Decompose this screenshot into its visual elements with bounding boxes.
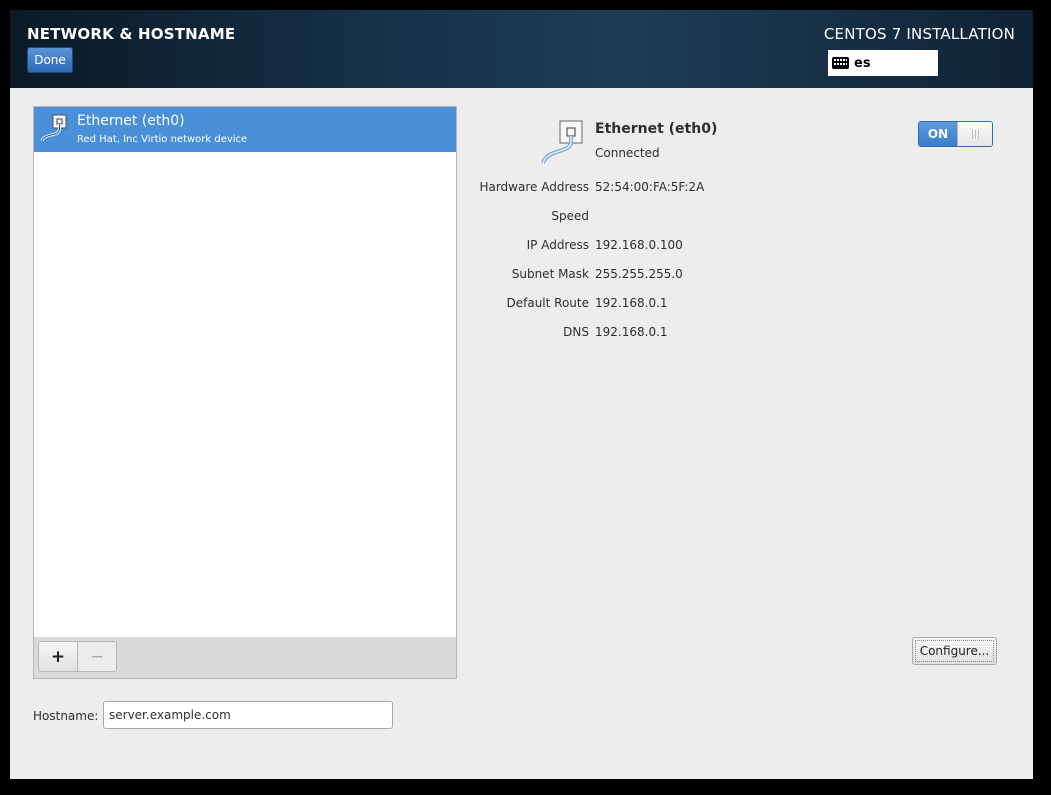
installer-window: NETWORK & HOSTNAME Done CENTOS 7 INSTALL… (10, 10, 1033, 779)
default-route-value: 192.168.0.1 (595, 296, 668, 310)
default-route-label: Default Route (506, 296, 590, 310)
hostname-input[interactable] (103, 701, 393, 729)
ethernet-icon (541, 120, 583, 164)
subnet-mask-value: 255.255.255.0 (595, 267, 683, 281)
dns-label: DNS (563, 325, 589, 339)
dns-value: 192.168.0.1 (595, 325, 668, 339)
device-list: Ethernet (eth0) Red Hat, Inc Virtio netw… (33, 106, 457, 638)
toggle-on-label: ON (919, 122, 957, 146)
configure-button[interactable]: Configure... (912, 637, 997, 665)
hardware-address-label: Hardware Address (479, 180, 589, 194)
device-list-toolbar: + − (33, 637, 457, 679)
header-bar: NETWORK & HOSTNAME Done CENTOS 7 INSTALL… (10, 10, 1033, 88)
keyboard-layout-indicator[interactable]: es (828, 50, 938, 76)
hardware-address-value: 52:54:00:FA:5F:2A (595, 180, 705, 194)
subnet-mask-label: Subnet Mask (511, 267, 589, 281)
keyboard-icon (832, 57, 849, 69)
device-detail-name: Ethernet (eth0) (595, 121, 718, 137)
device-row-eth0[interactable]: Ethernet (eth0) Red Hat, Inc Virtio netw… (34, 107, 456, 152)
device-name: Ethernet (eth0) (77, 113, 185, 129)
ip-address-label: IP Address (526, 238, 589, 252)
page-title: NETWORK & HOSTNAME (27, 25, 236, 43)
ip-address-value: 192.168.0.100 (595, 238, 683, 252)
remove-device-button[interactable]: − (77, 641, 117, 672)
keyboard-layout-label: es (854, 55, 871, 71)
toggle-knob (957, 122, 992, 146)
hostname-label: Hostname: (33, 709, 99, 723)
product-title: CENTOS 7 INSTALLATION (823, 25, 1015, 43)
done-button[interactable]: Done (27, 47, 73, 73)
connection-toggle[interactable]: ON (918, 121, 993, 147)
speed-label: Speed (551, 209, 589, 223)
ethernet-icon (40, 114, 67, 142)
device-status: Connected (595, 146, 660, 160)
device-description: Red Hat, Inc Virtio network device (77, 134, 248, 145)
add-device-button[interactable]: + (38, 641, 78, 672)
